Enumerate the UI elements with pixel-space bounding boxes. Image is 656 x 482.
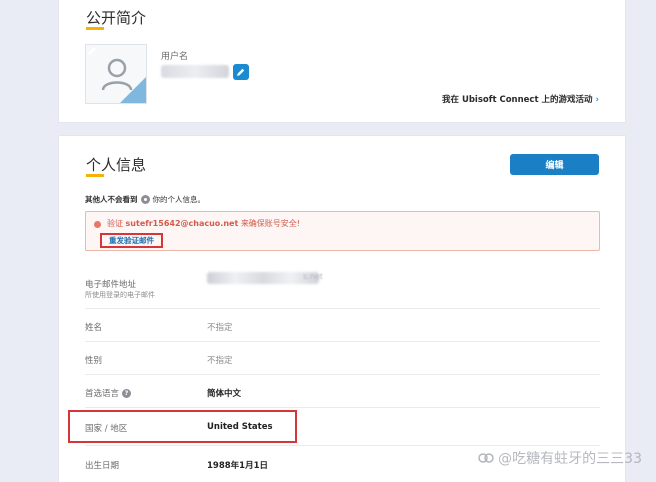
help-icon[interactable]: ? — [122, 389, 132, 398]
language-value: 简体中文 — [207, 389, 242, 399]
personal-info-title: 个人信息 — [86, 156, 147, 174]
language-label: 首选语言? — [85, 387, 132, 399]
username-label: 用户名 — [161, 52, 189, 62]
gender-label: 性别 — [85, 356, 103, 366]
personal-info-card: 个人信息 编辑 其他人不会看到 你的个人信息。 验证 sutefr15642@c… — [58, 135, 626, 482]
email-value-tail: s.net — [303, 272, 323, 281]
alert-dot-icon — [94, 221, 101, 228]
chevron-right-icon: › — [595, 95, 599, 105]
birthdate-label: 出生日期 — [85, 461, 120, 471]
title-underline — [86, 174, 104, 177]
gender-value: 不指定 — [207, 356, 233, 366]
privacy-note-suffix: 你的个人信息。 — [152, 195, 206, 204]
email-sublabel: 所使用登录的电子邮件 — [85, 291, 155, 299]
title-underline — [86, 27, 104, 30]
alert-suffix: 来确保账号安全! — [240, 219, 301, 228]
alert-email: sutefr15642@chacuo.net — [125, 219, 239, 228]
language-row: 首选语言? 简体中文 — [85, 374, 600, 407]
ubisoft-activity-label: 我在 Ubisoft Connect 上的游戏活动 — [441, 95, 593, 105]
privacy-note-prefix: 其他人不会看到 — [85, 195, 138, 204]
resend-verification-link[interactable]: 重发验证邮件 — [100, 233, 163, 248]
name-label: 姓名 — [85, 323, 103, 333]
username-value-redacted — [161, 65, 229, 78]
edit-button[interactable]: 编辑 — [510, 154, 599, 175]
privacy-note: 其他人不会看到 你的个人信息。 — [85, 194, 205, 205]
public-profile-card: 公开简介 用户名 我在 Ubisoft Connect 上的游戏活动 › — [58, 0, 626, 123]
public-profile-title: 公开简介 — [86, 9, 147, 27]
language-label-text: 首选语言 — [85, 389, 120, 399]
country-row: 国家 / 地区 United States — [68, 407, 600, 445]
country-value: United States — [207, 422, 273, 432]
alert-prefix: 验证 — [107, 219, 123, 228]
edit-username-button[interactable] — [233, 64, 249, 80]
email-label: 电子邮件地址 — [85, 280, 137, 290]
avatar-edit-corner[interactable] — [120, 77, 146, 103]
country-label: 国家 / 地区 — [85, 424, 128, 434]
eye-icon — [140, 195, 150, 204]
pencil-icon — [88, 47, 96, 55]
watermark: @吃糖有蛀牙的三三33 — [478, 448, 642, 468]
watermark-text: @吃糖有蛀牙的三三33 — [498, 451, 642, 467]
name-row: 姓名 不指定 — [85, 308, 600, 341]
birthdate-value: 1988年1月1日 — [207, 461, 268, 471]
name-value: 不指定 — [207, 323, 233, 333]
verify-email-alert: 验证 sutefr15642@chacuo.net 来确保账号安全! 重发验证邮… — [85, 211, 600, 251]
email-row: 电子邮件地址 所使用登录的电子邮件 s.net — [85, 262, 600, 304]
avatar[interactable] — [85, 44, 147, 104]
watermark-logo-icon — [478, 453, 494, 463]
ubisoft-activity-link[interactable]: 我在 Ubisoft Connect 上的游戏活动 › — [442, 93, 599, 105]
gender-row: 性别 不指定 — [85, 341, 600, 374]
pencil-icon — [237, 68, 245, 76]
alert-text: 验证 sutefr15642@chacuo.net 来确保账号安全! — [107, 218, 300, 229]
